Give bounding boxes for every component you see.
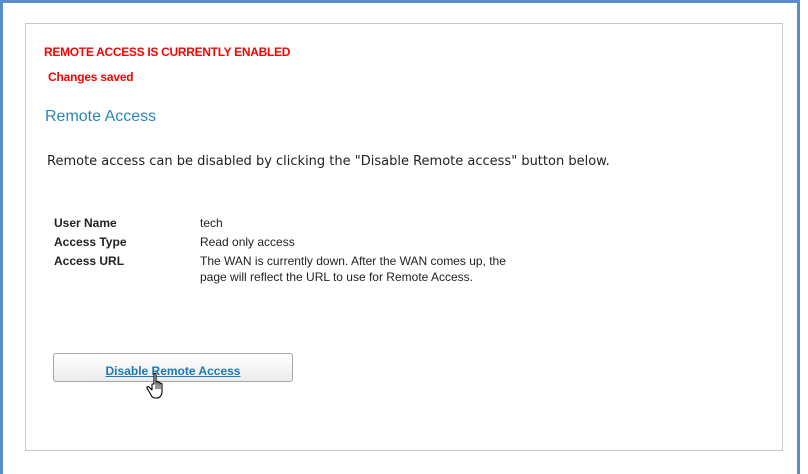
page-title: Remote Access xyxy=(45,108,157,125)
detail-value: tech xyxy=(200,216,223,230)
detail-label: User Name xyxy=(54,216,117,230)
hand-pointer-icon xyxy=(146,372,163,399)
detail-value: The WAN is currently down. After the WAN… xyxy=(200,254,506,284)
detail-row-user-name: User Name tech xyxy=(54,215,530,234)
page-description: Remote access can be disabled by clickin… xyxy=(47,154,610,169)
detail-value: Read only access xyxy=(200,235,295,249)
detail-row-access-type: Access Type Read only access xyxy=(54,234,530,253)
status-message: REMOTE ACCESS IS CURRENTLY ENABLED xyxy=(44,45,291,59)
disable-remote-access-label: Disable Remote Access xyxy=(105,364,241,378)
save-confirmation: Changes saved xyxy=(48,70,134,84)
remote-access-panel: REMOTE ACCESS IS CURRENTLY ENABLED Chang… xyxy=(25,23,783,451)
detail-row-access-url: Access URL The WAN is currently down. Af… xyxy=(54,253,530,288)
remote-access-details: User Name tech Access Type Read only acc… xyxy=(54,215,530,288)
detail-label: Access URL xyxy=(54,254,125,268)
disable-remote-access-button[interactable]: Disable Remote Access xyxy=(53,353,293,382)
app-frame: REMOTE ACCESS IS CURRENTLY ENABLED Chang… xyxy=(0,0,800,474)
detail-label: Access Type xyxy=(54,235,127,249)
